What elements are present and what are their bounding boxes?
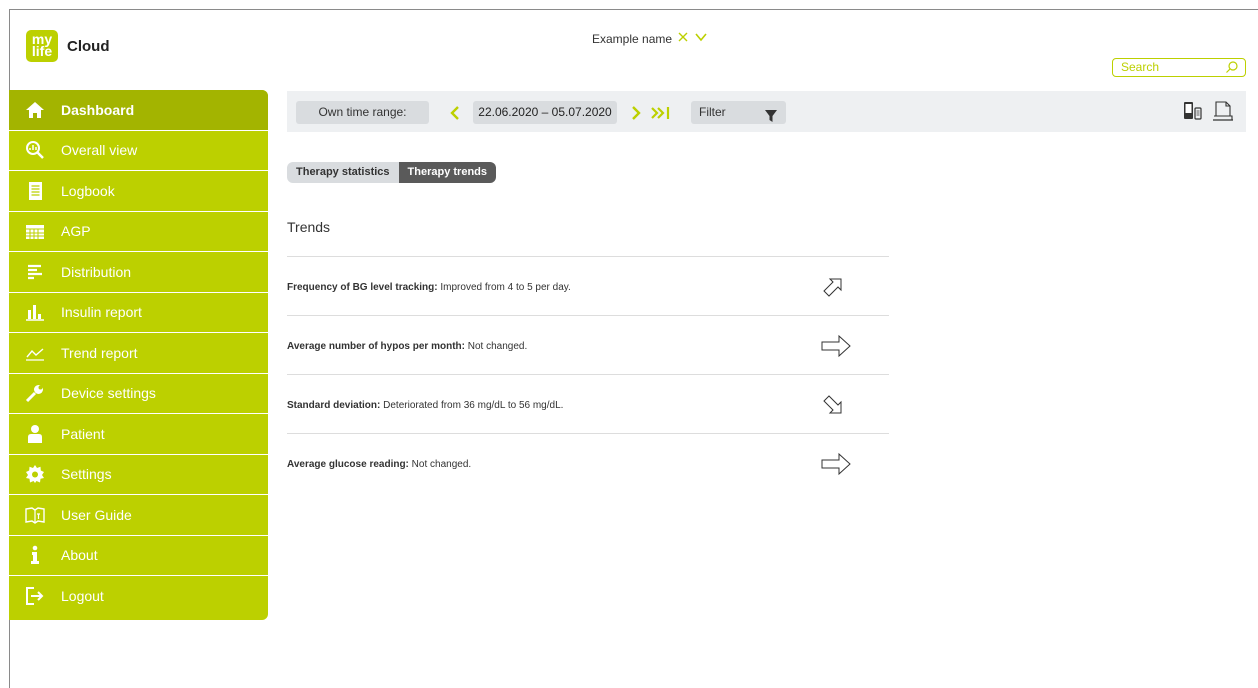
toolbar-actions — [1182, 100, 1234, 127]
latest-period-button[interactable] — [649, 101, 675, 124]
trend-label: Frequency of BG level tracking: — [287, 282, 438, 293]
trend-label: Average glucose reading: — [287, 459, 409, 470]
trend-row: Standard deviation: Deteriorated from 36… — [287, 374, 889, 433]
user-name: Example name — [592, 31, 673, 46]
trend-row: Frequency of BG level tracking: Improved… — [287, 256, 889, 315]
wrench-icon — [25, 383, 45, 403]
sidebar-item-patient[interactable]: Patient — [9, 414, 268, 455]
search-placeholder: Search — [1121, 60, 1160, 74]
arrow-down-right-icon — [819, 391, 847, 422]
sidebar-item-dashboard[interactable]: Dashboard — [9, 90, 268, 131]
magnifier-chart-icon — [25, 140, 45, 160]
sidebar-item-agp[interactable]: AGP — [9, 212, 268, 252]
person-icon — [25, 424, 45, 444]
trend-text: Standard deviation: Deteriorated from 36… — [287, 400, 563, 411]
sidebar-item-label: Logbook — [61, 182, 115, 199]
search-input[interactable]: Search — [1112, 58, 1246, 77]
logbook-icon — [25, 181, 45, 201]
sidebar-item-label: Distribution — [61, 263, 132, 280]
mylife-logo-badge: my life — [26, 30, 58, 62]
arrow-right-icon — [819, 450, 853, 481]
calendar-icon — [25, 221, 45, 241]
chevron-right-icon — [632, 105, 641, 120]
section-title: Trends — [287, 219, 331, 235]
filter-button[interactable]: Filter — [691, 101, 786, 124]
date-range-display[interactable]: 22.06.2020 – 05.07.2020 — [473, 101, 617, 124]
user-selector[interactable]: Example name — [592, 30, 708, 47]
funnel-icon — [765, 107, 777, 130]
home-icon — [25, 100, 45, 120]
sidebar-item-label: Settings — [61, 466, 112, 483]
trend-text: Average number of hypos per month: Not c… — [287, 341, 527, 352]
trends-list: Frequency of BG level tracking: Improved… — [287, 256, 889, 492]
sidebar-item-user-guide[interactable]: User Guide — [9, 495, 268, 536]
sidebar-item-logout[interactable]: Logout — [9, 576, 268, 617]
trend-text: Frequency of BG level tracking: Improved… — [287, 282, 571, 293]
therapy-tabs: Therapy statistics Therapy trends — [287, 162, 497, 183]
trend-line-icon — [25, 343, 45, 363]
sidebar-item-label: Device settings — [61, 385, 156, 402]
own-time-range-button[interactable]: Own time range: — [296, 101, 429, 124]
trend-text: Average glucose reading: Not changed. — [287, 459, 471, 470]
logout-icon — [25, 586, 45, 606]
gear-icon — [25, 464, 45, 484]
sidebar-item-label: About — [61, 547, 98, 564]
book-icon — [25, 505, 45, 525]
brand-logo[interactable]: my life Cloud — [26, 30, 110, 62]
device-upload-icon[interactable] — [1182, 100, 1204, 127]
skip-to-end-icon — [651, 106, 670, 119]
info-icon — [25, 545, 45, 565]
chevron-down-icon[interactable] — [694, 30, 708, 47]
trend-label: Average number of hypos per month: — [287, 341, 465, 352]
sidebar-item-trend-report[interactable]: Trend report — [9, 333, 268, 374]
arrow-right-icon — [819, 332, 853, 363]
toolbar: Own time range: 22.06.2020 – 05.07.2020 … — [287, 91, 1246, 132]
trend-label: Standard deviation: — [287, 400, 381, 411]
trend-value: Not changed. — [464, 341, 528, 352]
sidebar-item-label: User Guide — [61, 506, 132, 523]
close-icon[interactable] — [676, 30, 690, 47]
sidebar-item-insulin-report[interactable]: Insulin report — [9, 293, 268, 333]
sidebar-item-label: Overall view — [61, 142, 138, 159]
sidebar-item-overall-view[interactable]: Overall view — [9, 131, 268, 171]
brand-name: Cloud — [67, 37, 110, 55]
sidebar-item-label: Insulin report — [61, 304, 142, 321]
tab-therapy-statistics[interactable]: Therapy statistics — [287, 162, 399, 183]
bar-chart-icon — [25, 302, 45, 322]
trend-value: Improved from 4 to 5 per day. — [437, 282, 571, 293]
sidebar-item-label: Patient — [61, 425, 105, 442]
sidebar-item-about[interactable]: About — [9, 536, 268, 576]
sidebar-item-settings[interactable]: Settings — [9, 455, 268, 495]
chevron-left-icon — [450, 105, 459, 120]
trend-value: Not changed. — [408, 459, 472, 470]
tab-therapy-trends[interactable]: Therapy trends — [398, 162, 497, 183]
sidebar-nav: Dashboard Overall view Logbook AGP Distr… — [9, 90, 268, 620]
filter-label: Filter — [699, 105, 726, 119]
distribution-icon — [25, 262, 45, 282]
document-export-icon[interactable] — [1212, 100, 1234, 127]
next-period-button[interactable] — [628, 101, 644, 124]
search-icon[interactable] — [1225, 60, 1239, 79]
previous-period-button[interactable] — [447, 101, 463, 124]
sidebar-item-label: AGP — [61, 223, 91, 240]
trend-value: Deteriorated from 36 mg/dL to 56 mg/dL. — [380, 400, 564, 411]
trend-row: Average number of hypos per month: Not c… — [287, 315, 889, 374]
sidebar-item-label: Dashboard — [61, 101, 135, 118]
sidebar-item-logbook[interactable]: Logbook — [9, 171, 268, 212]
sidebar-item-label: Trend report — [61, 344, 138, 361]
sidebar-item-label: Logout — [61, 588, 104, 605]
sidebar-item-distribution[interactable]: Distribution — [9, 252, 268, 293]
trend-row: Average glucose reading: Not changed. — [287, 433, 889, 492]
sidebar-item-device-settings[interactable]: Device settings — [9, 374, 268, 414]
arrow-up-right-icon — [819, 273, 847, 304]
